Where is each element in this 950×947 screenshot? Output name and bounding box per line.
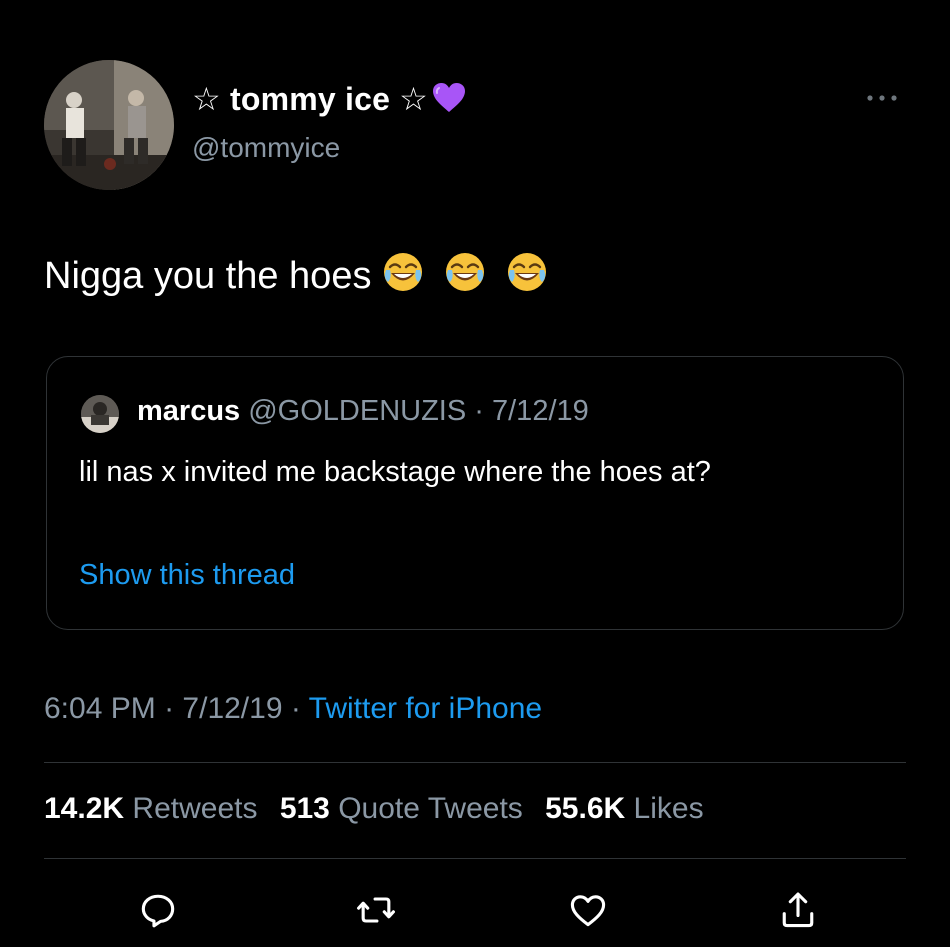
tweet-body: Nigga you the hoes: [44, 255, 372, 297]
quoted-tweet[interactable]: marcus @GOLDENUZIS · 7/12/19 lil nas x i…: [46, 356, 904, 630]
quote-tweets-count: 513: [279, 792, 330, 825]
heart-icon[interactable]: [566, 888, 610, 932]
quoted-tweet-text: lil nas x invited me backstage where the…: [79, 456, 711, 488]
retweets-stat[interactable]: 14.2K Retweets: [44, 792, 257, 825]
more-horizontal-icon[interactable]: [862, 88, 902, 108]
likes-label: Likes: [633, 792, 704, 825]
tears-of-joy-emoji: [384, 253, 423, 291]
quote-tweets-label: Quote Tweets: [338, 792, 523, 825]
divider: [44, 762, 906, 763]
author-name: tommy ice: [229, 81, 391, 117]
tweet-time[interactable]: 6:04 PM: [44, 692, 156, 725]
tweet-date[interactable]: 7/12/19: [182, 692, 282, 725]
reply-icon[interactable]: [136, 888, 180, 932]
quoted-avatar-photo: [81, 395, 119, 433]
quoted-tweet-header: marcus @GOLDENUZIS · 7/12/19: [137, 395, 589, 428]
timestamp-separator: ·: [164, 692, 175, 725]
tweet-card: ☆ tommy ice ☆ @tommyice Nigga you the ho…: [0, 0, 950, 947]
tweet-timestamp: 6:04 PM · 7/12/19 · Twitter for iPhone: [44, 692, 542, 726]
quote-tweets-stat[interactable]: 513 Quote Tweets: [280, 792, 523, 825]
star-right: ☆: [399, 81, 429, 117]
author-avatar[interactable]: [44, 60, 174, 190]
quoted-author-handle[interactable]: @GOLDENUZIS: [248, 395, 466, 427]
tears-of-joy-emoji: [446, 253, 485, 291]
avatar-photo: [44, 60, 174, 190]
timestamp-separator: ·: [290, 692, 301, 725]
tears-of-joy-emoji: [508, 253, 547, 291]
author-handle[interactable]: @tommyice: [192, 132, 340, 164]
quoted-date[interactable]: 7/12/19: [492, 395, 589, 427]
engagement-stats: 14.2K Retweets 513 Quote Tweets 55.6K Li…: [44, 792, 718, 826]
quoted-separator: ·: [474, 395, 484, 427]
likes-stat[interactable]: 55.6K Likes: [545, 792, 703, 825]
share-icon[interactable]: [776, 888, 820, 932]
quoted-author-avatar[interactable]: [81, 395, 119, 433]
purple-heart-icon: [432, 82, 466, 122]
quoted-author-name[interactable]: marcus: [137, 395, 240, 427]
star-left: ☆: [192, 81, 221, 117]
tweet-text: Nigga you the hoes: [44, 250, 557, 304]
divider: [44, 858, 906, 859]
tweet-source-link[interactable]: Twitter for iPhone: [309, 692, 542, 725]
show-thread-link[interactable]: Show this thread: [79, 559, 295, 592]
retweets-label: Retweets: [132, 792, 258, 825]
author-display-name[interactable]: ☆ tommy ice ☆: [192, 80, 466, 122]
likes-count: 55.6K: [545, 792, 626, 825]
retweet-icon[interactable]: [354, 888, 398, 932]
retweets-count: 14.2K: [44, 792, 125, 825]
emoji-group: [381, 250, 557, 304]
